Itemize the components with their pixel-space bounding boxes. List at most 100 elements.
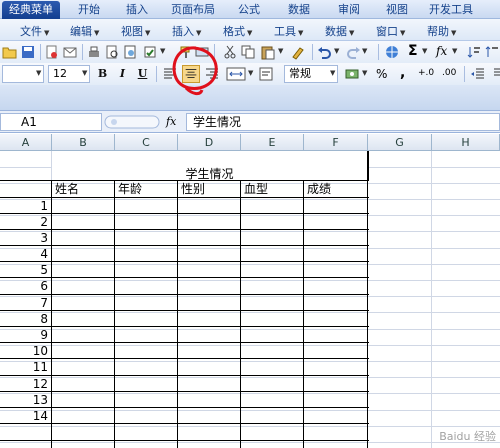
chevron-down-icon[interactable]: ▼ [334,47,339,55]
gridline [0,377,500,378]
paste-icon[interactable] [260,44,276,60]
menu-data[interactable]: 数据 ▼ [325,23,354,39]
tab-view[interactable]: 视图 [376,1,418,19]
column-header-f[interactable]: F [304,134,368,151]
merge-center-icon[interactable] [226,66,246,82]
chevron-down-icon[interactable]: ▼ [330,69,335,77]
name-box[interactable]: A1 [0,113,102,131]
underline-button[interactable]: U [134,66,151,83]
currency-icon[interactable] [344,66,360,82]
row-number: 11 [32,360,48,374]
copy-icon[interactable] [240,44,256,60]
increase-indent-icon[interactable] [488,66,500,82]
print-icon[interactable] [86,44,102,60]
worksheet-grid[interactable]: 学生情况 姓名 年龄 性别 血型 成绩 1 2 3 4 5 6 7 8 9 10… [0,151,500,448]
undo-icon[interactable] [316,44,332,60]
permission-icon[interactable] [44,44,60,60]
hyperlink-icon[interactable] [384,44,400,60]
chevron-down-icon: ▼ [145,29,151,37]
table-border [0,310,369,311]
decrease-decimal-button[interactable]: .00 [442,68,456,78]
menu-tools[interactable]: 工具 ▼ [274,23,303,39]
table-border [51,180,52,448]
column-header-h[interactable]: H [432,134,500,151]
gridline [0,280,500,281]
gridline [0,410,500,411]
tab-developer[interactable]: 开发工具 [422,1,480,19]
tab-formulas[interactable]: 公式 [228,1,270,19]
menu-view[interactable]: 视图 ▼ [121,23,150,39]
redo-icon[interactable] [346,44,362,60]
tab-classic-menu[interactable]: 经典菜单 [2,1,60,19]
save-icon[interactable] [20,44,36,60]
tab-data[interactable]: 数据 [278,1,320,19]
header-gender[interactable]: 性别 [178,181,205,197]
increase-decimal-button[interactable]: +.0 [418,68,434,78]
menu-data-label: 数据 [325,25,347,38]
column-header-g[interactable]: G [368,134,432,151]
chevron-down-icon: ▼ [400,29,406,37]
tab-insert[interactable]: 插入 [116,1,158,19]
ribbon-group-band [0,85,500,111]
comma-button[interactable]: , [400,65,405,81]
sort-ascending-icon[interactable] [466,44,482,60]
bold-button[interactable]: B [94,66,111,83]
menu-help-label: 帮助 [427,25,449,38]
chevron-down-icon[interactable]: ▼ [278,47,283,55]
insert-function-icon[interactable]: fx [436,44,447,58]
percent-button[interactable]: % [376,67,387,81]
italic-button[interactable]: I [114,66,131,83]
brush-icon[interactable] [290,44,306,60]
spelling-icon[interactable] [142,44,158,60]
print-preview-icon[interactable] [104,44,120,60]
column-header-b[interactable]: B [52,134,115,151]
menu-file[interactable]: 文件 ▼ [20,23,49,39]
chevron-down-icon[interactable]: ▼ [362,69,367,77]
ribbon-tabs: 经典菜单 开始 插入 页面布局 公式 数据 审阅 视图 开发工具 [0,0,500,19]
menu-help[interactable]: 帮助 ▼ [427,23,456,39]
chevron-down-icon[interactable]: ▼ [452,47,457,55]
formula-bar-expand-icon[interactable] [104,115,160,129]
gridline [0,231,500,232]
menu-insert[interactable]: 插入 ▼ [172,23,201,39]
row-number: 8 [40,312,48,326]
wrap-text-icon[interactable] [258,66,274,82]
tab-page-layout[interactable]: 页面布局 [164,1,222,19]
gridline [0,361,500,362]
cut-icon[interactable] [222,44,238,60]
chevron-down-icon[interactable]: ▼ [362,47,367,55]
tab-review[interactable]: 审阅 [328,1,370,19]
watermark: Baidu 经验 [439,430,496,443]
chevron-down-icon[interactable]: ▼ [36,69,41,77]
open-icon[interactable] [2,44,18,60]
chevron-down-icon[interactable]: ▼ [422,47,427,55]
table-border [303,180,304,448]
menu-window[interactable]: 窗口 ▼ [376,23,405,39]
formula-input[interactable]: 学生情况 [186,113,500,131]
insert-function-label[interactable]: fx [166,115,176,128]
header-age[interactable]: 年龄 [115,181,142,197]
chevron-down-icon[interactable]: ▼ [160,47,165,55]
chevron-down-icon[interactable]: ▼ [248,69,253,77]
table-border [114,180,115,448]
menu-edit[interactable]: 编辑 ▼ [70,23,99,39]
tab-home[interactable]: 开始 [66,1,112,19]
research-icon[interactable] [122,44,138,60]
gridline [0,312,500,313]
decrease-indent-icon[interactable] [470,66,486,82]
column-header-c[interactable]: C [115,134,178,151]
sort-descending-icon[interactable] [484,44,500,60]
menu-format[interactable]: 格式 ▼ [223,23,252,39]
table-border [0,391,369,392]
email-icon[interactable] [62,44,78,60]
column-header-d[interactable]: D [178,134,241,151]
chevron-down-icon[interactable]: ▼ [82,69,87,77]
header-name[interactable]: 姓名 [52,181,79,197]
autosum-icon[interactable]: Σ [408,43,418,59]
column-header-e[interactable]: E [241,134,304,151]
gridline [0,248,500,249]
header-blood-type[interactable]: 血型 [241,181,268,197]
header-score[interactable]: 成绩 [304,181,331,197]
column-header-a[interactable]: A [0,134,52,151]
table-border [177,180,178,448]
